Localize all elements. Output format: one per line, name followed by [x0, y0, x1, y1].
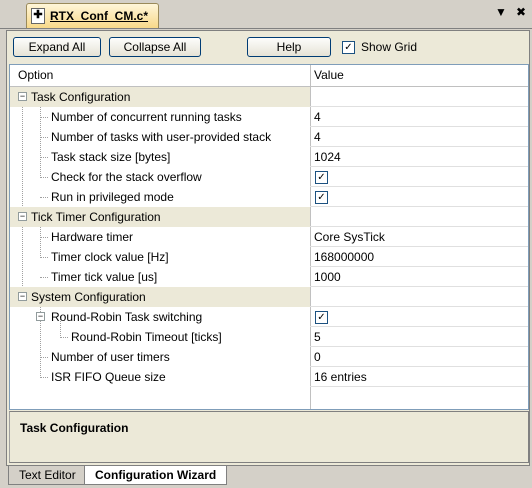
show-grid-checkbox[interactable]: ✓ — [342, 40, 355, 54]
grid-row-task-configuration[interactable]: − Task Configuration — [10, 87, 528, 107]
option-value[interactable]: Core SysTick — [314, 230, 385, 244]
help-button[interactable]: Help — [247, 37, 331, 57]
close-icon[interactable]: ✖ — [514, 5, 528, 19]
options-grid: Option Value − Task Configuration Number… — [9, 64, 529, 410]
option-column-header[interactable]: Option — [18, 68, 53, 82]
option-name: Number of concurrent running tasks — [51, 110, 242, 124]
grid-row[interactable]: Round-Robin Timeout [ticks] 5 — [10, 327, 528, 347]
option-name: Hardware timer — [51, 230, 134, 244]
tab-text-editor-label: Text Editor — [19, 468, 76, 482]
document-tab[interactable]: ✚ RTX_Conf_CM.c* — [26, 3, 160, 28]
option-name: Task stack size [bytes] — [51, 150, 171, 164]
grid-row[interactable]: Number of concurrent running tasks 4 — [10, 107, 528, 127]
wizard-toolbar: Expand All Collapse All Help ✓ Show Grid — [7, 31, 529, 63]
option-name: ISR FIFO Queue size — [51, 370, 166, 384]
option-name: System Configuration — [31, 290, 146, 304]
option-checkbox[interactable]: ✓ — [315, 311, 328, 324]
description-pane: Task Configuration — [9, 411, 529, 463]
value-column-header[interactable]: Value — [314, 68, 344, 82]
grid-row-round-robin[interactable]: − Round-Robin Task switching ✓ — [10, 307, 528, 327]
tab-configuration-wizard[interactable]: Configuration Wizard — [84, 466, 228, 485]
option-value[interactable]: 168000000 — [314, 250, 374, 264]
option-value[interactable]: 5 — [314, 330, 321, 344]
option-name: Timer tick value [us] — [51, 270, 158, 284]
option-checkbox[interactable]: ✓ — [315, 171, 328, 184]
option-value[interactable]: 0 — [314, 350, 321, 364]
show-grid-label: Show Grid — [361, 40, 418, 54]
option-value[interactable]: 4 — [314, 110, 321, 124]
option-value[interactable]: 1000 — [314, 270, 341, 284]
grid-row-system-configuration[interactable]: − System Configuration — [10, 287, 528, 307]
c-file-icon: ✚ — [31, 8, 45, 24]
show-grid-toggle[interactable]: ✓ Show Grid — [342, 40, 417, 54]
grid-row[interactable]: ISR FIFO Queue size 16 entries — [10, 367, 528, 387]
option-value[interactable]: 4 — [314, 130, 321, 144]
grid-row[interactable]: Run in privileged mode ✓ — [10, 187, 528, 207]
collapse-toggle-icon[interactable]: − — [18, 212, 27, 221]
collapse-toggle-icon[interactable]: − — [18, 92, 27, 101]
option-name: Run in privileged mode — [51, 190, 174, 204]
grid-row[interactable]: Number of user timers 0 — [10, 347, 528, 367]
grid-row[interactable]: Check for the stack overflow ✓ — [10, 167, 528, 187]
grid-header: Option Value — [10, 65, 528, 87]
option-name: Number of tasks with user-provided stack — [51, 130, 272, 144]
document-tab-title: RTX_Conf_CM.c* — [50, 9, 149, 23]
collapse-toggle-icon[interactable]: − — [36, 312, 45, 321]
grid-row[interactable]: Timer tick value [us] 1000 — [10, 267, 528, 287]
editor-mode-tabs: Text Editor Configuration Wizard — [0, 466, 532, 488]
option-checkbox[interactable]: ✓ — [315, 191, 328, 204]
expand-all-button[interactable]: Expand All — [13, 37, 101, 57]
option-value[interactable]: 16 entries — [314, 370, 367, 384]
option-name: Timer clock value [Hz] — [51, 250, 169, 264]
option-name: Check for the stack overflow — [51, 170, 202, 184]
description-title: Task Configuration — [20, 421, 129, 435]
collapse-toggle-icon[interactable]: − — [18, 292, 27, 301]
document-tab-strip: ✚ RTX_Conf_CM.c* ▼ ✖ — [0, 0, 532, 29]
option-name: Tick Timer Configuration — [31, 210, 161, 224]
option-name: Task Configuration — [31, 90, 131, 104]
configuration-wizard-panel: Expand All Collapse All Help ✓ Show Grid… — [6, 30, 530, 466]
grid-row[interactable]: Hardware timer Core SysTick — [10, 227, 528, 247]
option-name: Round-Robin Timeout [ticks] — [71, 330, 222, 344]
option-value[interactable]: 1024 — [314, 150, 341, 164]
grid-row[interactable]: Number of tasks with user-provided stack… — [10, 127, 528, 147]
option-name: Round-Robin Task switching — [51, 310, 203, 324]
grid-row-tick-timer-configuration[interactable]: − Tick Timer Configuration — [10, 207, 528, 227]
tab-text-editor[interactable]: Text Editor — [8, 466, 87, 485]
grid-row[interactable]: Task stack size [bytes] 1024 — [10, 147, 528, 167]
tab-configuration-wizard-label: Configuration Wizard — [95, 468, 217, 482]
grid-row[interactable]: Timer clock value [Hz] 168000000 — [10, 247, 528, 267]
collapse-all-button[interactable]: Collapse All — [109, 37, 201, 57]
dropdown-icon[interactable]: ▼ — [494, 5, 508, 19]
option-name: Number of user timers — [51, 350, 170, 364]
